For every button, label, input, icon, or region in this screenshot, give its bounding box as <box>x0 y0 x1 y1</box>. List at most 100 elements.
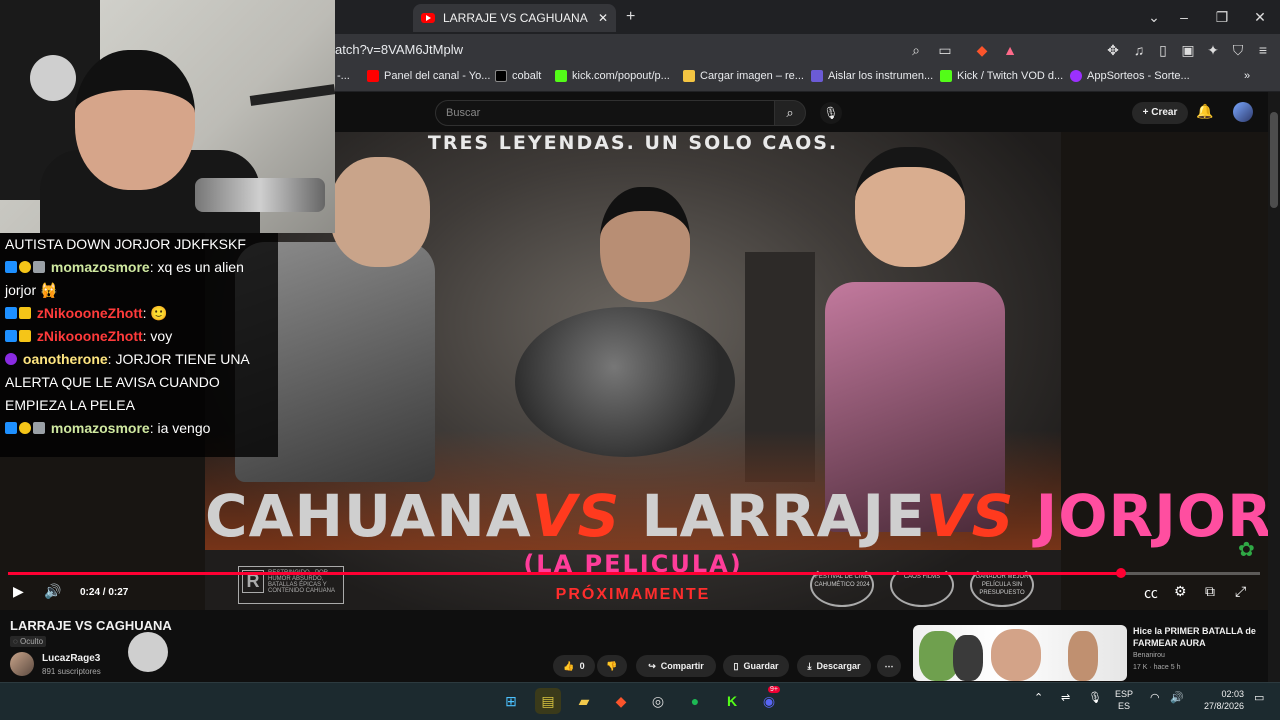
chat-username: momazosmore <box>50 259 150 275</box>
play-button[interactable]: ▶ <box>13 583 24 600</box>
volume-button[interactable]: 🔊 <box>44 583 61 600</box>
chat-overlay: AUTISTA DOWN JORJOR JDKFKSKF momazosmore… <box>0 233 278 457</box>
spotify-icon[interactable]: ● <box>682 688 708 714</box>
cast-icon[interactable]: ▭ <box>936 41 954 59</box>
webcam-overlay <box>0 0 335 233</box>
download-button[interactable]: ⤓ Descargar <box>797 655 871 677</box>
channel-name[interactable]: LucazRage3 <box>42 653 100 664</box>
recommendation-title[interactable]: Hice la PRIMER BATALLA de FARMEAR AURA <box>1133 625 1268 649</box>
bookmark-item[interactable]: Panel del canal - Yo... <box>367 70 490 82</box>
recommendation-channel[interactable]: Benanirou <box>1133 652 1165 659</box>
youtube-favicon-icon <box>421 13 435 23</box>
search-input[interactable]: Buscar <box>435 100 775 126</box>
chat-message: momazosmore: ia vengo <box>5 417 273 440</box>
menu-icon[interactable]: ≡ <box>1254 41 1272 59</box>
chat-message: momazosmore: xq es un alien jorjor 🙀 <box>5 256 273 302</box>
chat-message: AUTISTA DOWN JORJOR JDKFKSKF <box>5 233 273 256</box>
minimize-button[interactable]: – <box>1172 6 1196 28</box>
clock-date: 27/8/2026 <box>1203 701 1244 711</box>
clock-time: 02:03 <box>1221 689 1244 699</box>
wallet-icon[interactable]: ▣ <box>1179 41 1197 59</box>
account-avatar[interactable] <box>1233 102 1253 122</box>
settings-icon[interactable]: ⚙ <box>1174 583 1187 600</box>
more-actions-button[interactable]: ⋯ <box>877 655 901 677</box>
language-indicator[interactable]: ESP ES <box>1115 688 1133 712</box>
bookmark-item[interactable]: Aislar los instrumen... <box>811 70 933 82</box>
tab-close-icon[interactable]: ✕ <box>598 11 608 25</box>
windows-start-icon[interactable]: ⊞ <box>498 688 524 714</box>
mic-arm <box>249 84 335 106</box>
bookmark-item[interactable]: AppSorteos - Sorte... <box>1070 70 1190 82</box>
bookmark-label: -... <box>337 70 350 82</box>
bookmark-item[interactable]: cobalt <box>495 70 541 82</box>
voice-search-button[interactable]: 🎙 <box>820 102 842 124</box>
brave-shield-icon[interactable]: ◆ <box>973 41 991 59</box>
wifi-icon[interactable]: ◠ <box>1150 691 1160 704</box>
restore-button[interactable]: ❐ <box>1210 6 1234 28</box>
notifications-icon[interactable]: ▭ <box>1254 691 1264 704</box>
moderator-badge-icon <box>5 422 17 434</box>
bookmark-item[interactable]: Kick / Twitch VOD d... <box>940 70 1063 82</box>
search-icon: ⌕ <box>786 105 794 120</box>
bookmark-item[interactable]: -... <box>337 70 350 82</box>
tray-app-icon[interactable]: ⇌ <box>1061 691 1070 704</box>
recommendation-thumbnail[interactable] <box>913 625 1127 681</box>
sidebar-icon[interactable]: ▯ <box>1154 41 1172 59</box>
bookmark-item[interactable]: Cargar imagen – re... <box>683 70 804 82</box>
moderator-badge-icon <box>5 307 17 319</box>
poster-title-larraje: LARRAJE <box>641 482 926 550</box>
bookmark-label: Cargar imagen – re... <box>700 70 804 82</box>
download-label: Descargar <box>816 661 861 671</box>
zoom-search-icon[interactable]: ⌕ <box>907 41 925 59</box>
miniplayer-icon[interactable]: ⧉ <box>1205 583 1215 600</box>
extensions-icon[interactable]: ✥ <box>1104 41 1122 59</box>
create-button[interactable]: + Crear <box>1132 102 1188 124</box>
media-icon[interactable]: ♫ <box>1130 41 1148 59</box>
close-window-button[interactable]: ✕ <box>1248 6 1272 28</box>
poster-vs: VS <box>531 482 621 550</box>
channel-avatar[interactable] <box>10 652 34 676</box>
mic-tray-icon[interactable]: 🎙 <box>1088 691 1102 704</box>
vpn-shield-icon[interactable]: ⛉ <box>1229 41 1247 59</box>
tab-search-button[interactable]: ⌄ <box>1142 6 1166 28</box>
dislike-button[interactable]: 👎 <box>597 655 627 677</box>
share-button[interactable]: ↪ Compartir <box>636 655 716 677</box>
subtitles-icon[interactable]: ㏄ <box>1144 583 1158 603</box>
system-clock[interactable]: 02:03 27/8/2026 <box>1194 688 1244 712</box>
url-field[interactable]: atch?v=8VAM6JtMplw <box>335 42 463 57</box>
bookmarks-overflow-button[interactable]: » <box>1244 70 1250 82</box>
search-button[interactable]: ⌕ <box>774 100 806 126</box>
cobalt-icon <box>495 70 507 82</box>
save-label: Guardar <box>743 661 779 671</box>
tray-overflow-icon[interactable]: ⌃ <box>1034 691 1043 704</box>
laurel-award: GANADOR MEJOR PELÍCULA SIN PRESUPUESTO <box>970 563 1034 607</box>
verified-badge-icon <box>33 261 45 273</box>
brave-browser-icon[interactable]: ◆ <box>608 688 634 714</box>
bookmark-label: Panel del canal - Yo... <box>384 70 491 82</box>
browser-tab-active[interactable]: LARRAJE VS CAGHUANA - YouTu ✕ <box>413 4 616 32</box>
subscriber-count: 891 suscriptores <box>42 667 101 676</box>
kick-icon[interactable]: K <box>719 688 745 714</box>
leo-ai-icon[interactable]: ✦ <box>1204 41 1222 59</box>
laurel-award: CAOS FILMS <box>890 563 954 607</box>
scrubber-handle[interactable] <box>1116 568 1126 578</box>
save-button[interactable]: ▯ Guardar <box>723 655 789 677</box>
brave-rewards-icon[interactable]: ▲ <box>1001 41 1019 59</box>
xbox-app-icon[interactable]: ▤ <box>535 688 561 714</box>
volume-tray-icon[interactable]: 🔊 <box>1170 691 1184 704</box>
robot-center <box>515 307 735 457</box>
bookmark-label: kick.com/popout/p... <box>572 70 670 82</box>
fullscreen-icon[interactable]: ⤢ <box>1235 583 1246 600</box>
moderator-badge-icon <box>5 330 17 342</box>
scrollbar-thumb[interactable] <box>1270 112 1278 208</box>
new-tab-button[interactable]: + <box>626 8 635 26</box>
bookmark-icon: ▯ <box>733 660 739 671</box>
language-code: ESP <box>1115 689 1134 699</box>
browser-app-icon[interactable]: ◎ <box>645 688 671 714</box>
bell-icon[interactable]: 🔔 <box>1196 103 1213 120</box>
like-button[interactable]: 👍 0 <box>553 655 595 677</box>
chat-username: zNikoooneZhott <box>36 328 143 344</box>
verified-badge-icon <box>33 422 45 434</box>
bookmark-item[interactable]: kick.com/popout/p... <box>555 70 670 82</box>
file-explorer-icon[interactable]: ▰ <box>571 688 597 714</box>
